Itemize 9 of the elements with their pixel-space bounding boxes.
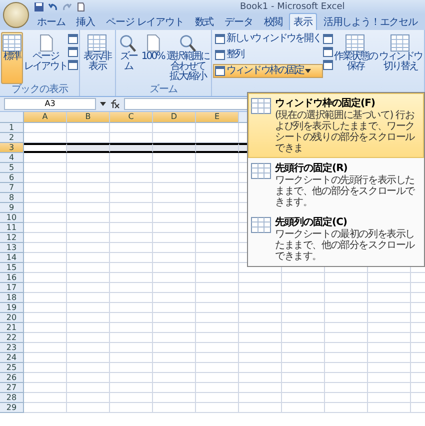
menu-item-title: 先頭列の固定(C) — [275, 215, 348, 229]
group-label: ブックの表示 — [10, 84, 70, 96]
window-title: Book1 - Microsoft Excel — [240, 2, 345, 12]
menu-item-description: ワークシートの最初の列を表示したままで、他の部分をスクロールできます。 — [275, 229, 416, 262]
menu-item-title: ウィンドウ枠の固定(F) — [275, 96, 376, 110]
menu-item-title: 先頭行の固定(R) — [275, 161, 348, 174]
group-label: ズーム — [148, 84, 179, 96]
menu-item-description: ワークシートの先頭行を表示したままで、他の部分をスクロールできます。 — [275, 175, 416, 208]
menu-item-description: (現在の選択範囲に基づいて) 行および列を表示したままで、ワークシートの残りの部分をスクロールできま — [275, 110, 416, 154]
